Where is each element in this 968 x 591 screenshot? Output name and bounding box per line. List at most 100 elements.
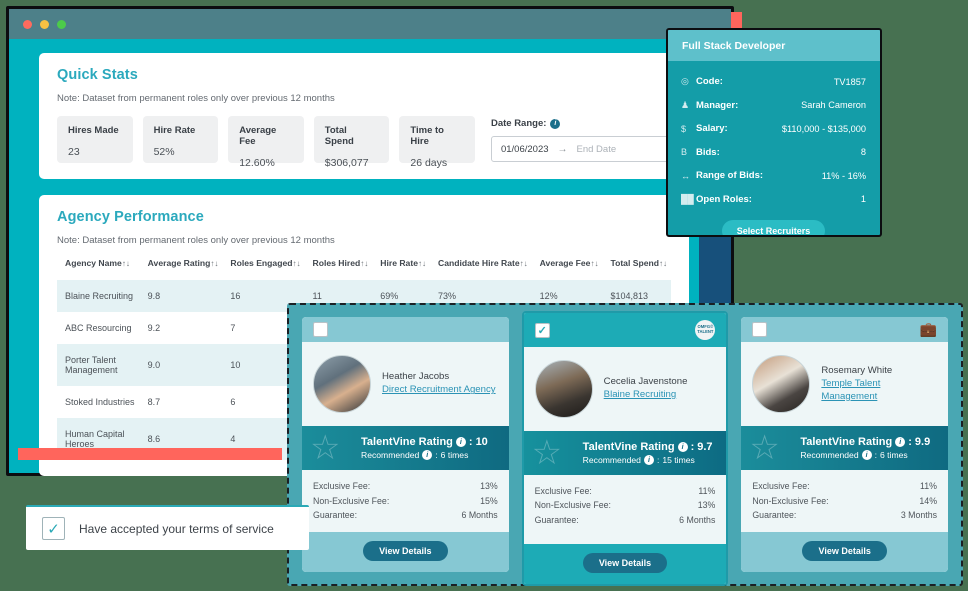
- minimize-icon[interactable]: [40, 19, 49, 29]
- fee-label: Guarantee:: [313, 509, 358, 520]
- fee-label: Exclusive Fee:: [313, 481, 371, 492]
- stat-card-hires-made: Hires Made 23: [57, 116, 133, 163]
- target-icon: ◎: [681, 76, 689, 87]
- maximize-icon[interactable]: [57, 19, 66, 29]
- recommended-separator: :: [435, 450, 438, 461]
- recruiter-select-checkbox[interactable]: [752, 322, 768, 338]
- fee-value: 6 Months: [679, 514, 716, 525]
- date-range-input-group[interactable]: 01/06/2023 → End Date: [490, 136, 671, 162]
- job-value: 8: [860, 147, 866, 158]
- recruiter-agency-link[interactable]: Temple Talent Management: [821, 378, 937, 404]
- info-icon[interactable]: i: [677, 442, 688, 452]
- stat-value: 52%: [153, 146, 175, 158]
- recruiter-identity: Rosemary White Temple Talent Management: [821, 365, 937, 404]
- sort-icon[interactable]: ↑↓: [210, 259, 218, 268]
- recruiter-card-header: 💼: [741, 317, 949, 343]
- cell-rating: 9.8: [147, 291, 161, 301]
- cell-agency: ABC Resourcing: [65, 323, 132, 333]
- award-badge-icon: OMFG© TALENT: [695, 320, 716, 340]
- view-details-button[interactable]: View Details: [363, 541, 448, 561]
- recommended-value: 6 times: [880, 450, 908, 461]
- recommended-value: 15 times: [662, 455, 695, 465]
- end-date-input[interactable]: End Date: [577, 144, 617, 155]
- column-header-candidate-hire-rate[interactable]: Candidate Hire Rate↑↓: [430, 258, 532, 280]
- recruiter-identity: Heather Jacobs Direct Recruitment Agency: [382, 371, 496, 397]
- recruiter-card-footer: View Details: [302, 532, 509, 572]
- column-header-roles-hired[interactable]: Roles Hired↑↓: [304, 258, 372, 280]
- sort-icon[interactable]: ↑↓: [292, 259, 300, 268]
- recruiter-name: Rosemary White: [821, 364, 893, 376]
- rating-line: TalentVine Rating i : 9.9: [800, 436, 937, 448]
- header-text: Average Fee: [539, 258, 591, 268]
- recruiter-identity: Cecelia Javenstone Blaine Recruiting: [604, 376, 688, 402]
- job-card-actions: Select Recruiters: [681, 220, 866, 235]
- close-icon[interactable]: [23, 19, 32, 29]
- info-icon[interactable]: i: [550, 118, 561, 129]
- briefcase-icon: 💼: [919, 321, 938, 338]
- info-icon[interactable]: i: [861, 450, 872, 461]
- start-date-input[interactable]: 01/06/2023: [501, 144, 549, 155]
- bid-icon: B: [681, 147, 688, 158]
- sort-icon[interactable]: ↑↓: [590, 259, 598, 268]
- fee-value: 11%: [698, 486, 716, 496]
- quick-stats-title: Quick Stats: [57, 67, 138, 83]
- job-key: Code:: [696, 76, 723, 88]
- window-titlebar: [9, 9, 731, 39]
- column-header-average-fee[interactable]: Average Fee↑↓: [532, 258, 603, 280]
- sort-icon[interactable]: ↑↓: [360, 259, 368, 268]
- range-icon: ↔: [681, 170, 690, 181]
- column-header-hire-rate[interactable]: Hire Rate↑↓: [372, 258, 430, 280]
- agency-performance-note: Note: Dataset from permanent roles only …: [57, 235, 335, 246]
- fee-label: Non-Exclusive Fee:: [752, 495, 829, 506]
- recruiter-select-checkbox[interactable]: [313, 322, 328, 338]
- terms-checkbox[interactable]: ✓: [42, 517, 65, 540]
- arrow-right-icon: →: [557, 143, 568, 155]
- stat-value: 23: [68, 146, 80, 158]
- info-icon[interactable]: i: [643, 455, 654, 465]
- recruiter-card-cecelia-javenstone[interactable]: ✓ OMFG© TALENT Cecelia Javenstone Blaine…: [521, 311, 729, 586]
- recruiter-card-rosemary-white[interactable]: 💼 Rosemary White Temple Talent Managemen…: [741, 317, 949, 572]
- avatar: [752, 355, 811, 414]
- job-row-salary: $ Salary: $110,000 - $135,000: [681, 117, 866, 141]
- column-header-average-rating[interactable]: Average Rating↑↓: [140, 258, 223, 280]
- job-row-open-roles: ██ Open Roles: 1: [681, 188, 866, 212]
- job-row-manager: ♟ Manager: Sarah Cameron: [681, 94, 866, 118]
- job-title: Full Stack Developer: [668, 30, 880, 61]
- view-details-button[interactable]: View Details: [802, 541, 887, 561]
- recruiter-card-body: Rosemary White Temple Talent Management: [741, 342, 949, 427]
- star-icon: ☆: [310, 429, 341, 468]
- fee-row-exclusive: Exclusive Fee: 13%: [313, 479, 498, 493]
- column-header-total-spend[interactable]: Total Spend↑↓: [602, 258, 671, 280]
- avatar: [534, 360, 593, 418]
- sort-icon[interactable]: ↑↓: [659, 259, 667, 268]
- column-header-agency-name[interactable]: Agency Name↑↓: [57, 258, 140, 280]
- select-recruiters-button[interactable]: Select Recruiters: [721, 220, 826, 235]
- rating-value: 9.9: [914, 436, 931, 449]
- fee-value: 13%: [697, 500, 716, 511]
- job-row-range-of-bids: ↔ Range of Bids: 11% - 16%: [681, 164, 866, 188]
- recruiter-agency-link[interactable]: Direct Recruitment Agency: [382, 384, 496, 397]
- job-value: 11% - 16%: [821, 170, 866, 181]
- rating-value: 9.7: [697, 441, 713, 453]
- job-value: $110,000 - $135,000: [781, 123, 866, 134]
- rating-value: 10: [475, 436, 488, 449]
- fee-row-guarantee: Guarantee: 6 Months: [535, 513, 716, 527]
- sort-icon[interactable]: ↑↓: [122, 259, 130, 268]
- decorative-accent-bar-bottom: [18, 448, 282, 460]
- view-details-button[interactable]: View Details: [582, 553, 668, 573]
- recruiter-select-checkbox[interactable]: ✓: [534, 322, 550, 338]
- info-icon[interactable]: i: [455, 437, 466, 448]
- recommended-label: Recommended: [582, 455, 641, 465]
- recruiter-card-heather-jacobs[interactable]: Heather Jacobs Direct Recruitment Agency…: [302, 317, 509, 572]
- fee-value: 15%: [480, 495, 498, 506]
- recommended-line: Recommended i : 15 times: [583, 455, 716, 465]
- cell-agency: Blaine Recruiting: [65, 291, 134, 301]
- sort-icon[interactable]: ↑↓: [418, 259, 426, 268]
- column-header-roles-engaged[interactable]: Roles Engaged↑↓: [222, 258, 304, 280]
- date-range-label: Date Range: i: [491, 118, 671, 129]
- info-icon[interactable]: i: [422, 450, 433, 461]
- sort-icon[interactable]: ↑↓: [520, 259, 528, 268]
- job-key: Open Roles:: [696, 193, 752, 205]
- info-icon[interactable]: i: [895, 437, 906, 448]
- recruiter-agency-link[interactable]: Blaine Recruiting: [604, 389, 688, 402]
